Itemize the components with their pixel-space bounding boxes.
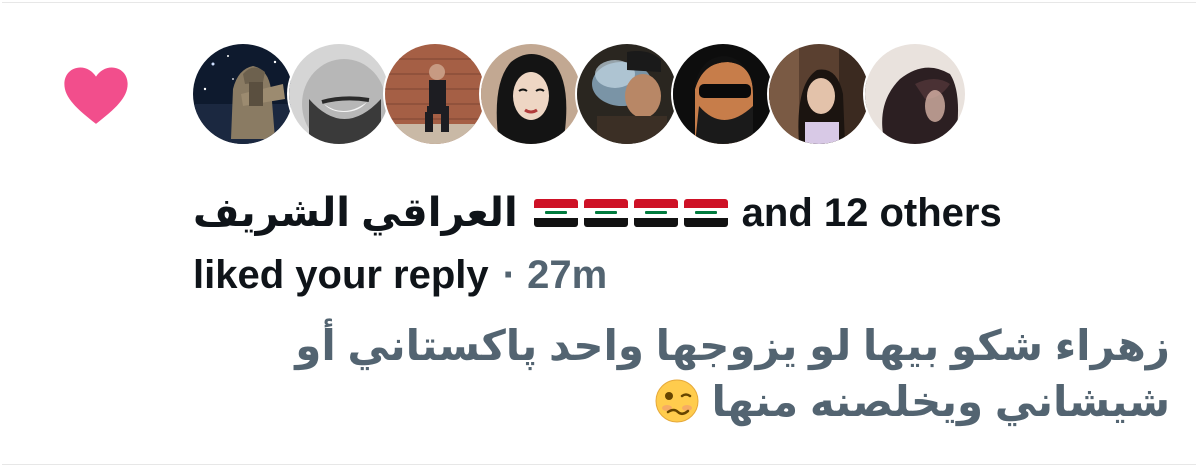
avatar-woman-illustration[interactable] [481, 44, 581, 144]
liked-your-reply-text: liked your reply [193, 252, 489, 297]
avatar-cartoon-sunglasses[interactable] [673, 44, 773, 144]
reply-text[interactable]: زهراء شكو بيها لو يزوجها واحد پاكستاني أ… [200, 318, 1170, 430]
liker-name[interactable]: العراقي الشريف [193, 190, 518, 236]
timestamp-meta: · 27m [503, 253, 608, 298]
separator-dot: · [502, 252, 516, 297]
timestamp: 27m [527, 252, 608, 297]
iraq-flag-icon [583, 199, 628, 227]
flag-emojis [533, 199, 728, 227]
avatar-lamassu-space[interactable] [193, 44, 293, 144]
avatar-man-suit-brick[interactable] [385, 44, 485, 144]
liker-names-line: العراقي الشريف and 12 others [193, 188, 1002, 238]
iraq-flag-icon [633, 199, 678, 227]
avatar-beard-smile[interactable] [289, 44, 389, 144]
reply-text-content: زهراء شكو بيها لو يزوجها واحد پاكستاني أ… [295, 322, 1170, 425]
avatar-smoke-cap[interactable] [577, 44, 677, 144]
liked-line: liked your reply · 27m [193, 250, 607, 300]
iraq-flag-icon [683, 199, 728, 227]
avatar-dark-hair[interactable] [865, 44, 965, 144]
iraq-flag-icon [533, 199, 578, 227]
avatar-woman-restaurant[interactable] [769, 44, 869, 144]
woozy-face-emoji-icon [655, 379, 699, 423]
heart-icon [64, 67, 128, 124]
and-others-text[interactable]: and 12 others [742, 191, 1002, 236]
liker-avatars [193, 44, 973, 146]
